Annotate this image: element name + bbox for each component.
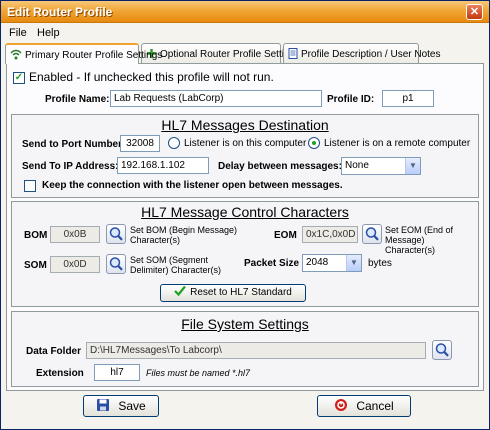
- radio-local-listener[interactable]: [168, 137, 180, 149]
- data-folder-label: Data Folder: [26, 346, 82, 357]
- footer-buttons: Save Cancel: [1, 391, 489, 429]
- extension-label: Extension: [36, 368, 84, 379]
- save-label: Save: [118, 399, 146, 413]
- document-icon: [288, 48, 298, 62]
- edit-router-profile-window: Edit Router Profile ✕ File Help Primary …: [0, 0, 490, 430]
- bom-value-field: 0x0B: [50, 226, 100, 243]
- packet-size-label: Packet Size: [244, 258, 300, 269]
- reset-label: Reset to HL7 Standard: [190, 287, 292, 298]
- profile-id-input[interactable]: p1: [382, 90, 434, 107]
- tab-primary-settings[interactable]: Primary Router Profile Settings: [5, 43, 162, 64]
- search-icon: [109, 257, 123, 271]
- eom-search-button[interactable]: [362, 224, 382, 244]
- tab-label: Primary Router Profile Settings: [25, 50, 163, 61]
- ip-label: Send To IP Address:: [22, 161, 119, 172]
- search-icon: [365, 227, 379, 241]
- browse-folder-button[interactable]: [432, 340, 452, 360]
- menu-bar: File Help: [1, 24, 489, 42]
- tab-label: Optional Router Profile Settings: [160, 49, 301, 60]
- som-value-field: 0x0D: [50, 256, 100, 273]
- cancel-label: Cancel: [356, 399, 394, 413]
- som-search-button[interactable]: [106, 254, 126, 274]
- packet-size-value: 2048: [306, 257, 329, 268]
- eom-description: Set EOM (End of Message) Character(s): [385, 225, 454, 255]
- close-button[interactable]: ✕: [466, 4, 483, 20]
- filesystem-section: File System Settings Data Folder D:\HL7M…: [11, 311, 479, 387]
- som-description: Set SOM (Segment Delimiter) Character(s): [130, 255, 222, 275]
- eom-value-field: 0x1C,0x0D: [302, 226, 358, 243]
- wifi-icon: [10, 49, 22, 63]
- menu-help[interactable]: Help: [37, 27, 60, 39]
- delay-select[interactable]: None ▼: [341, 157, 421, 175]
- title-bar[interactable]: Edit Router Profile ✕: [1, 1, 489, 23]
- bom-description: Set BOM (Begin Message) Character(s): [130, 225, 238, 245]
- menu-file[interactable]: File: [9, 27, 27, 39]
- enabled-checkbox[interactable]: ✓: [13, 72, 25, 84]
- cancel-icon: [335, 399, 348, 411]
- keep-open-checkbox[interactable]: [24, 180, 36, 192]
- destination-section: HL7 Messages Destination Send to Port Nu…: [11, 114, 479, 198]
- checkmark-icon: [174, 285, 186, 297]
- radio-remote-listener[interactable]: [308, 137, 320, 149]
- floppy-disk-icon: [97, 399, 110, 411]
- extension-note: Files must be named *.hl7: [146, 368, 251, 378]
- reset-hl7-standard-button[interactable]: Reset to HL7 Standard: [160, 284, 306, 302]
- extension-input[interactable]: hl7: [94, 364, 140, 381]
- data-folder-field: D:\HL7Messages\To Labcorp\: [86, 342, 426, 359]
- control-chars-title: HL7 Message Control Characters: [141, 204, 349, 220]
- radio-remote-label: Listener is on a remote computer: [324, 138, 471, 149]
- bom-search-button[interactable]: [106, 224, 126, 244]
- profile-id-label: Profile ID:: [327, 94, 375, 105]
- profile-name-input[interactable]: Lab Requests (LabCorp): [110, 90, 322, 107]
- tab-description-notes[interactable]: Profile Description / User Notes: [283, 43, 441, 63]
- delay-value: None: [345, 160, 369, 171]
- filesystem-title: File System Settings: [181, 316, 309, 332]
- packet-size-unit: bytes: [368, 258, 392, 269]
- delay-label: Delay between messages:: [218, 161, 342, 172]
- eom-label: EOM: [274, 230, 297, 241]
- profile-name-label: Profile Name:: [45, 94, 110, 105]
- enabled-label: Enabled - If unchecked this profile will…: [29, 70, 274, 84]
- primary-settings-panel: ✓ Enabled - If unchecked this profile wi…: [6, 63, 484, 391]
- search-icon: [109, 227, 123, 241]
- tab-label: Profile Description / User Notes: [301, 49, 441, 60]
- bom-label: BOM: [24, 230, 48, 241]
- chevron-down-icon[interactable]: ▼: [346, 255, 361, 271]
- window-title: Edit Router Profile: [7, 5, 113, 19]
- ip-input[interactable]: 192.168.1.102: [117, 157, 209, 174]
- keep-open-label: Keep the connection with the listener op…: [42, 180, 343, 191]
- radio-local-label: Listener is on this computer: [184, 138, 307, 149]
- chevron-down-icon[interactable]: ▼: [405, 158, 420, 174]
- som-label: SOM: [24, 260, 47, 271]
- packet-size-select[interactable]: 2048 ▼: [302, 254, 362, 272]
- port-input[interactable]: 32008: [120, 135, 160, 152]
- port-label: Send to Port Number:: [22, 139, 126, 150]
- cancel-button[interactable]: Cancel: [317, 395, 411, 417]
- control-chars-section: HL7 Message Control Characters BOM 0x0B …: [11, 201, 479, 307]
- destination-title: HL7 Messages Destination: [161, 117, 329, 133]
- search-icon: [435, 343, 449, 357]
- save-button[interactable]: Save: [83, 395, 159, 417]
